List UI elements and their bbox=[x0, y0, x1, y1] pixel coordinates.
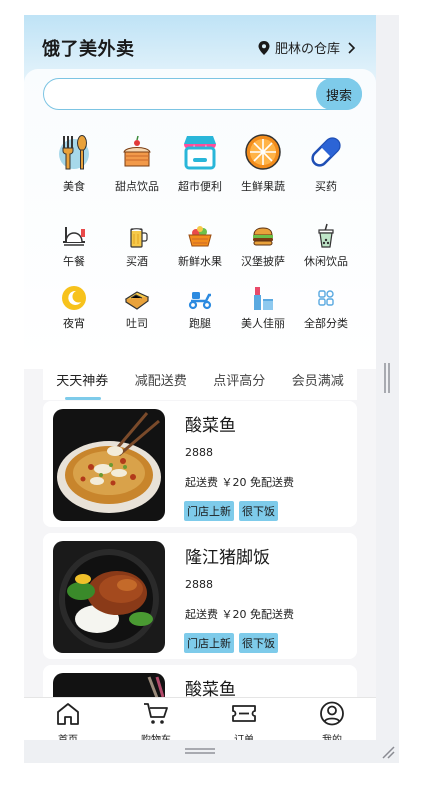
subcategory-label: 休闲饮品 bbox=[304, 255, 348, 268]
subcategory-all[interactable]: 全部分类 bbox=[297, 284, 355, 331]
orange-slice-icon bbox=[243, 132, 283, 172]
store-name: 隆江猪脚饭 bbox=[185, 548, 270, 568]
nav-profile[interactable]: 我的 bbox=[288, 698, 376, 740]
grid-icon bbox=[312, 284, 340, 312]
store-tags: 门店上新 很下饭 bbox=[184, 501, 278, 521]
nav-cart[interactable]: 购物车 bbox=[112, 698, 200, 740]
category-fresh[interactable]: 生鲜果蔬 bbox=[234, 132, 292, 194]
subcategory-drinks[interactable]: 休闲饮品 bbox=[297, 222, 355, 269]
subcategory-lunch[interactable]: 午餐 bbox=[45, 222, 103, 269]
store-card[interactable]: 酸菜鱼 2888 起送费 ￥20 免配送费 门店上新 很下饭 bbox=[43, 401, 357, 527]
category-label: 超市便利 bbox=[178, 180, 222, 193]
category-dessert[interactable]: 甜点饮品 bbox=[108, 132, 166, 194]
store-sales: 2888 bbox=[185, 578, 213, 591]
store-card[interactable]: 隆江猪脚饭 2888 起送费 ￥20 免配送费 门店上新 很下饭 bbox=[43, 533, 357, 659]
nav-home[interactable]: 首页 bbox=[24, 698, 112, 740]
tab-reduced-delivery[interactable]: 减配送费 bbox=[122, 357, 201, 400]
subcategory-night-snack[interactable]: 夜宵 bbox=[45, 284, 103, 331]
beer-icon bbox=[123, 222, 151, 250]
subcategory-label: 新鲜水果 bbox=[178, 255, 222, 268]
store-sales: 2888 bbox=[185, 446, 213, 459]
subcategory-label: 夜宵 bbox=[63, 317, 85, 330]
location-label: 肥林の仓库 bbox=[274, 42, 340, 57]
nav-label: 订单 bbox=[200, 731, 288, 740]
subcategory-label: 全部分类 bbox=[304, 317, 348, 330]
category-label: 美食 bbox=[63, 180, 85, 193]
resize-corner-icon[interactable] bbox=[380, 744, 396, 760]
location-selector[interactable]: 肥林の仓库 bbox=[258, 38, 356, 57]
app-screen: 饿了美外卖 肥林の仓库 搜索 美食 甜点饮品 超市便利 生鲜果蔬 买药 午餐 买… bbox=[24, 15, 376, 740]
cake-icon bbox=[117, 132, 157, 172]
subcategory-alcohol[interactable]: 买酒 bbox=[108, 222, 166, 269]
subcategory-toast[interactable]: 吐司 bbox=[108, 284, 166, 331]
subcategory-burger[interactable]: 汉堡披萨 bbox=[234, 222, 292, 269]
category-medicine[interactable]: 买药 bbox=[297, 132, 355, 194]
store-fee: 起送费 ￥20 免配送费 bbox=[185, 476, 294, 489]
horizontal-drag-handle[interactable] bbox=[185, 748, 215, 754]
drink-cup-icon bbox=[312, 222, 340, 250]
toast-icon bbox=[123, 284, 151, 312]
brand-title: 饿了美外卖 bbox=[42, 39, 135, 60]
home-icon bbox=[57, 703, 79, 725]
nav-orders[interactable]: 订单 bbox=[200, 698, 288, 740]
tab-high-rating[interactable]: 点评高分 bbox=[200, 357, 279, 400]
burger-icon bbox=[249, 222, 277, 250]
subcategory-label: 吐司 bbox=[126, 317, 148, 330]
subcategory-label: 买酒 bbox=[126, 255, 148, 268]
nav-label: 购物车 bbox=[112, 731, 200, 740]
category-food[interactable]: 美食 bbox=[45, 132, 103, 194]
store-tags: 门店上新 很下饭 bbox=[184, 633, 278, 653]
pork-rice-image bbox=[53, 541, 165, 653]
subcategory-beauty[interactable]: 美人佳丽 bbox=[234, 284, 292, 331]
store-fee: 起送费 ￥20 免配送费 bbox=[185, 608, 294, 621]
store-name: 酸菜鱼 bbox=[185, 416, 236, 436]
lipstick-icon bbox=[249, 284, 277, 312]
filter-tabs: 天天神券 减配送费 点评高分 会员满减 bbox=[43, 357, 357, 400]
store-tag: 门店上新 bbox=[184, 633, 234, 653]
store-icon bbox=[180, 132, 220, 172]
store-tag: 很下饭 bbox=[239, 633, 278, 653]
ticket-icon bbox=[232, 705, 256, 722]
fish-soup-image bbox=[53, 409, 165, 521]
location-pin-icon bbox=[258, 40, 270, 55]
search-button[interactable]: 搜索 bbox=[316, 78, 362, 110]
active-tab-indicator bbox=[65, 397, 101, 400]
header: 饿了美外卖 肥林の仓库 bbox=[24, 15, 376, 77]
store-tag: 门店上新 bbox=[184, 501, 234, 521]
subcategory-errand[interactable]: 跑腿 bbox=[171, 284, 229, 331]
category-label: 买药 bbox=[315, 180, 337, 193]
subcategory-label: 美人佳丽 bbox=[241, 317, 285, 330]
subcategory-label: 汉堡披萨 bbox=[241, 255, 285, 268]
cart-icon bbox=[144, 703, 168, 724]
vertical-drag-handle[interactable] bbox=[384, 363, 390, 393]
search-input[interactable] bbox=[58, 84, 298, 104]
tab-member-discount[interactable]: 会员满减 bbox=[279, 357, 358, 400]
pill-icon bbox=[306, 132, 346, 172]
user-icon bbox=[320, 701, 344, 726]
subcategory-label: 午餐 bbox=[63, 255, 85, 268]
chevron-right-icon bbox=[348, 41, 356, 54]
lunch-tray-icon bbox=[60, 222, 88, 250]
cutlery-icon bbox=[54, 132, 94, 172]
moon-icon bbox=[60, 284, 88, 312]
search-bar: 搜索 bbox=[43, 78, 362, 110]
bottom-nav: 首页 购物车 订单 我的 bbox=[24, 697, 376, 740]
fruit-basket-icon bbox=[186, 222, 214, 250]
category-supermarket[interactable]: 超市便利 bbox=[171, 132, 229, 194]
nav-label: 首页 bbox=[24, 731, 112, 740]
scooter-icon bbox=[186, 284, 214, 312]
category-label: 甜点饮品 bbox=[115, 180, 159, 193]
tab-daily-coupon[interactable]: 天天神券 bbox=[43, 357, 122, 400]
nav-label: 我的 bbox=[288, 731, 376, 740]
category-label: 生鲜果蔬 bbox=[241, 180, 285, 193]
subcategory-label: 跑腿 bbox=[189, 317, 211, 330]
subcategory-fruit[interactable]: 新鲜水果 bbox=[171, 222, 229, 269]
store-tag: 很下饭 bbox=[239, 501, 278, 521]
